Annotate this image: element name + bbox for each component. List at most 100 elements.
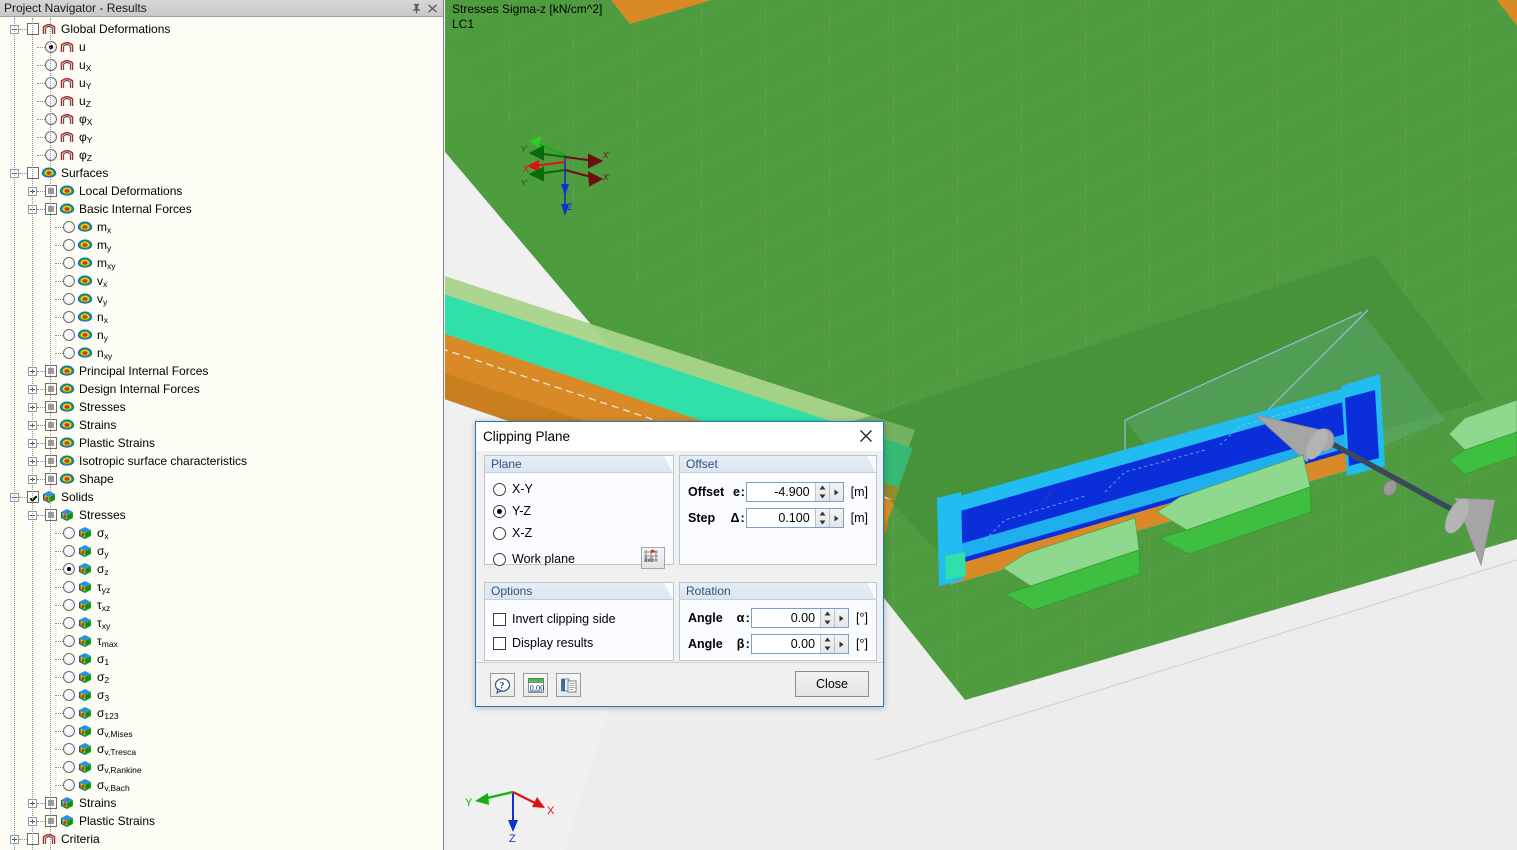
tree-radio[interactable] (45, 113, 57, 125)
pin-icon[interactable] (410, 2, 423, 15)
tree-radio[interactable] (63, 545, 75, 557)
tree-item-mx[interactable]: mx (0, 218, 443, 236)
tree-item-sigma-z[interactable]: σz (0, 560, 443, 578)
tree-radio[interactable] (63, 563, 75, 575)
tree-checkbox[interactable] (45, 383, 57, 395)
plane-option-x-y[interactable]: X-Y (493, 478, 665, 500)
tree-radio[interactable] (63, 689, 75, 701)
tree-radio[interactable] (45, 131, 57, 143)
results-tree[interactable]: Global Deformations u uX uY uZ φX φY φZ Surfaces… (0, 18, 443, 850)
offset-spinner[interactable]: -4.900 (745, 482, 844, 502)
tree-item-sigma-y[interactable]: σy (0, 542, 443, 560)
tree-radio[interactable] (63, 743, 75, 755)
spinner-arrows[interactable] (814, 509, 829, 527)
tree-item-sigma-2[interactable]: σ2 (0, 668, 443, 686)
tree-item-solids[interactable]: Solids (0, 488, 443, 506)
tree-item-local-deformations[interactable]: Local Deformations (0, 182, 443, 200)
checkbox-icon[interactable] (493, 612, 506, 626)
display-results-checkbox[interactable]: Display results (493, 631, 665, 655)
tree-item-tau-xy[interactable]: τxy (0, 614, 443, 632)
tree-item-solid-strains[interactable]: Strains (0, 794, 443, 812)
spinner-down-icon[interactable] (821, 644, 834, 653)
tree-item-surface-plastic-strains[interactable]: Plastic Strains (0, 434, 443, 452)
tree-radio[interactable] (63, 275, 75, 287)
radio-icon[interactable] (493, 482, 506, 496)
tree-item-tau-max[interactable]: τmax (0, 632, 443, 650)
tree-item-principal-internal-forces[interactable]: Principal Internal Forces (0, 362, 443, 380)
checkbox-icon[interactable] (493, 636, 506, 650)
clipping-plane-dialog[interactable]: Clipping Plane Plane X-Y Y-Z X-Z Work pl… (475, 421, 884, 707)
tree-radio[interactable] (45, 95, 57, 107)
tree-checkbox[interactable] (45, 815, 57, 827)
step-spinner[interactable]: 0.100 (745, 508, 844, 528)
tree-item-shape[interactable]: Shape (0, 470, 443, 488)
tree-radio[interactable] (63, 617, 75, 629)
spinner-arrows[interactable] (820, 609, 835, 627)
tree-item-uz[interactable]: uZ (0, 92, 443, 110)
plane-option-y-z[interactable]: Y-Z (493, 500, 665, 522)
spinner-up-icon[interactable] (816, 483, 829, 492)
step-input[interactable]: 0.100 (746, 509, 815, 527)
invert-clipping-side-checkbox[interactable]: Invert clipping side (493, 607, 665, 631)
tree-item-ux[interactable]: uX (0, 56, 443, 74)
spinner-more-icon[interactable] (828, 483, 843, 501)
tree-item-phiz[interactable]: φZ (0, 146, 443, 164)
tree-radio[interactable] (45, 149, 57, 161)
close-icon[interactable] (855, 426, 877, 446)
tree-item-sigma-v-rankine[interactable]: σv,Rankine (0, 758, 443, 776)
tree-radio[interactable] (63, 725, 75, 737)
angle-beta-input[interactable]: 0.00 (752, 635, 821, 653)
tree-item-vy[interactable]: vy (0, 290, 443, 308)
spinner-more-icon[interactable] (828, 509, 843, 527)
radio-icon[interactable] (493, 552, 506, 566)
tree-item-sigma-x[interactable]: σx (0, 524, 443, 542)
tree-radio[interactable] (45, 59, 57, 71)
close-icon[interactable] (426, 2, 439, 15)
tree-checkbox[interactable] (45, 401, 57, 413)
tree-radio[interactable] (63, 761, 75, 773)
spinner-arrows[interactable] (814, 483, 829, 501)
help-icon[interactable]: ? (490, 673, 515, 697)
tree-radio[interactable] (45, 41, 57, 53)
grid-3x3-icon[interactable]: 3x3 (641, 547, 665, 569)
report-icon[interactable] (556, 673, 581, 697)
tree-radio[interactable] (63, 671, 75, 683)
spinner-down-icon[interactable] (821, 618, 834, 627)
tree-item-tau-yz[interactable]: τyz (0, 578, 443, 596)
tree-checkbox[interactable] (45, 185, 57, 197)
tree-checkbox[interactable] (45, 473, 57, 485)
tree-item-vx[interactable]: vx (0, 272, 443, 290)
tree-item-sigma-v-bach[interactable]: σv,Bach (0, 776, 443, 794)
tree-item-ny[interactable]: ny (0, 326, 443, 344)
spinner-more-icon[interactable] (834, 609, 849, 627)
spinner-up-icon[interactable] (821, 609, 834, 618)
angle-alpha-input[interactable]: 0.00 (752, 609, 821, 627)
tree-radio[interactable] (63, 221, 75, 233)
spinner-up-icon[interactable] (821, 635, 834, 644)
tree-radio[interactable] (63, 653, 75, 665)
radio-icon[interactable] (493, 526, 506, 540)
tree-radio[interactable] (63, 239, 75, 251)
tree-radio[interactable] (45, 77, 57, 89)
tree-checkbox[interactable] (27, 167, 39, 179)
tree-radio[interactable] (63, 293, 75, 305)
tree-radio[interactable] (63, 779, 75, 791)
spinner-arrows[interactable] (820, 635, 835, 653)
offset-input[interactable]: -4.900 (746, 483, 815, 501)
tree-item-isotropic-surface-characteristics[interactable]: Isotropic surface characteristics (0, 452, 443, 470)
tree-checkbox[interactable] (45, 203, 57, 215)
tree-item-uy[interactable]: uY (0, 74, 443, 92)
tree-checkbox[interactable] (45, 455, 57, 467)
tree-checkbox[interactable] (27, 23, 39, 35)
tree-item-design-internal-forces[interactable]: Design Internal Forces (0, 380, 443, 398)
tree-item-tau-xz[interactable]: τxz (0, 596, 443, 614)
angle-alpha-spinner[interactable]: 0.00 (751, 608, 850, 628)
spinner-more-icon[interactable] (834, 635, 849, 653)
tree-item-basic-internal-forces[interactable]: Basic Internal Forces (0, 200, 443, 218)
tree-radio[interactable] (63, 527, 75, 539)
tree-item-criteria[interactable]: Criteria (0, 830, 443, 848)
tree-radio[interactable] (63, 581, 75, 593)
plane-option-work-plane[interactable]: Work plane (493, 548, 665, 570)
tree-item-phix[interactable]: φX (0, 110, 443, 128)
tree-radio[interactable] (63, 329, 75, 341)
